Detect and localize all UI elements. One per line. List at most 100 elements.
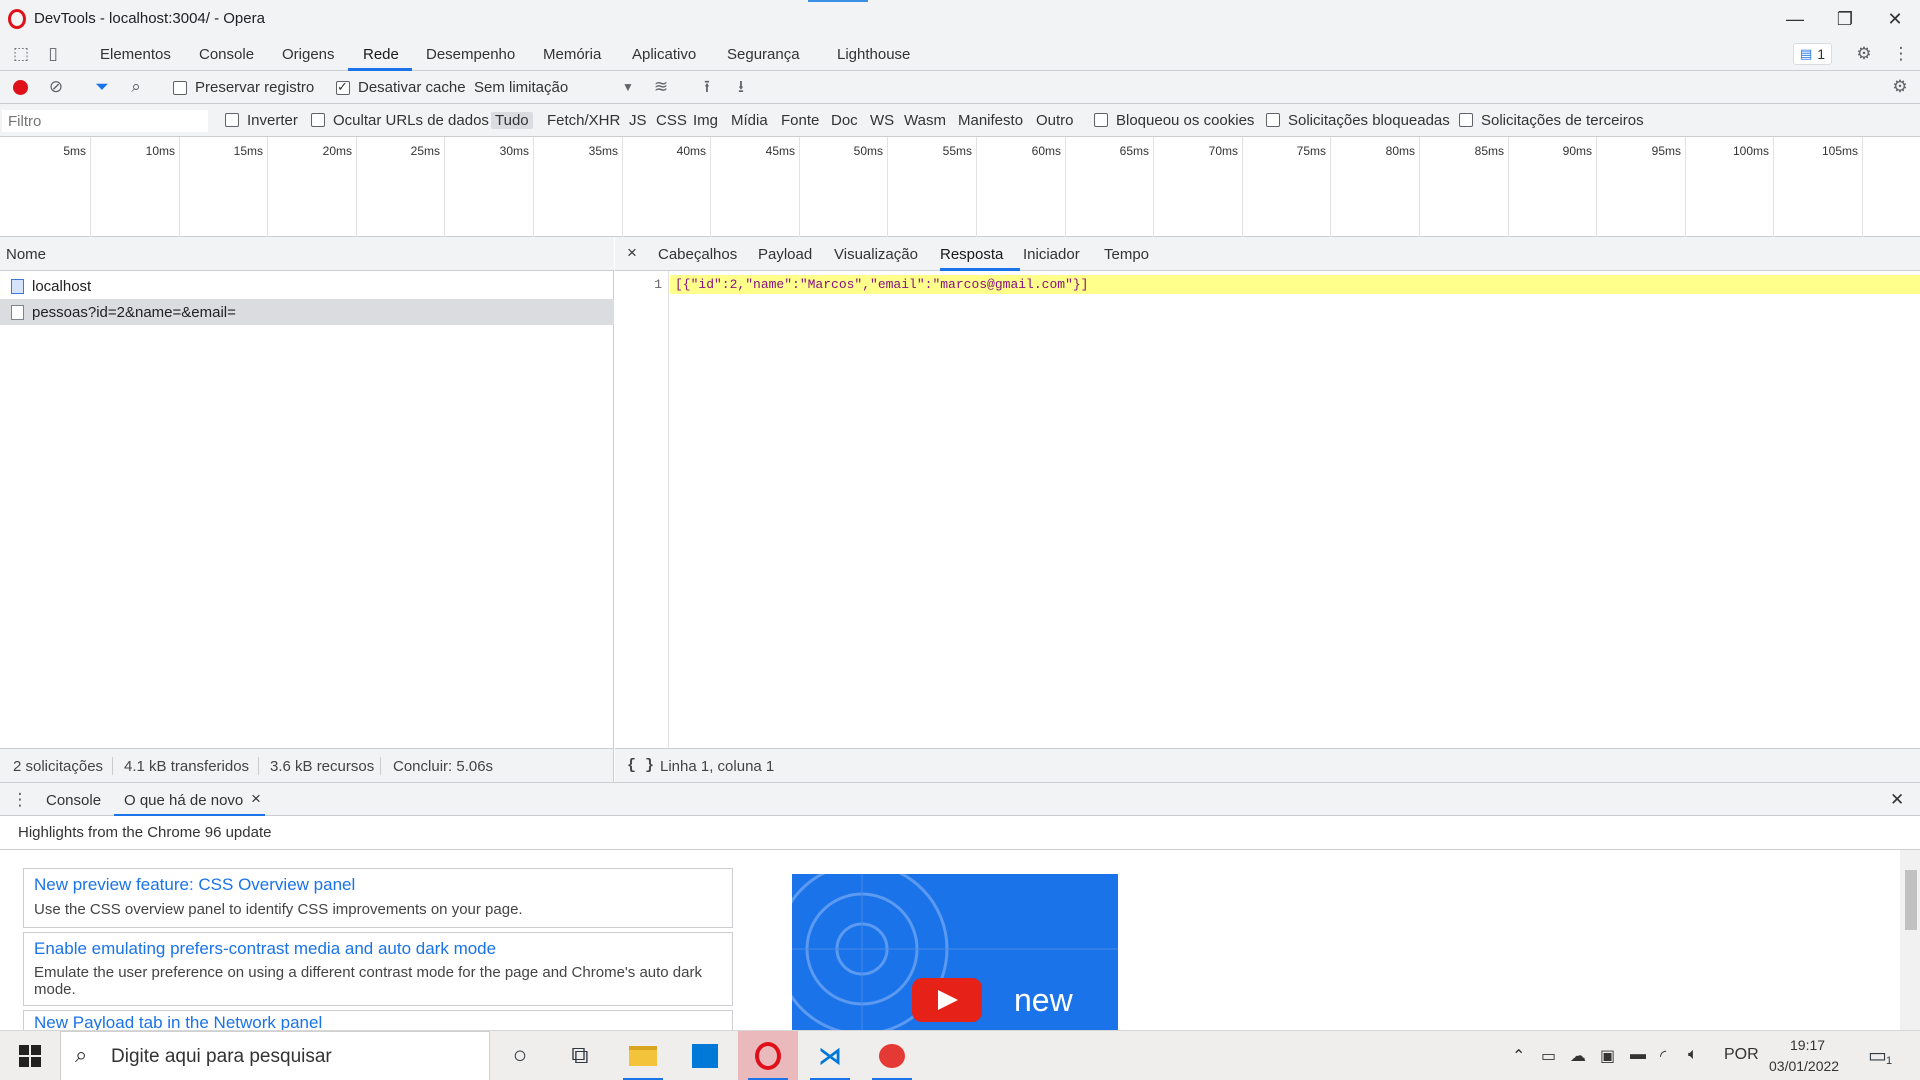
wifi-icon[interactable]: ◜ [1660,1046,1666,1066]
preserve-log-checkbox[interactable] [173,81,187,95]
filter-type-other[interactable]: Outro [1036,112,1074,129]
blocked-requests-checkbox[interactable] [1266,113,1280,127]
drawer-tab-console[interactable]: Console [46,792,101,809]
clock-time[interactable]: 19:17 [1790,1037,1825,1053]
meet-now-icon[interactable]: ▭ [1541,1046,1556,1066]
record-icon[interactable] [13,80,28,95]
tab-initiator[interactable]: Iniciador [1023,246,1080,263]
file-explorer-button[interactable] [613,1031,673,1080]
tab-response[interactable]: Resposta [940,246,1003,263]
tab-elementos[interactable]: Elementos [100,46,171,63]
input-language[interactable]: POR [1724,1046,1759,1064]
settings-gear-icon[interactable]: ⚙ [1853,44,1875,64]
close-drawer-icon[interactable]: ✕ [1890,790,1904,810]
video-thumbnail[interactable]: new [792,874,1118,1030]
drawer-tab-whats-new[interactable]: O que há de novo [124,792,243,809]
tab-headers[interactable]: Cabeçalhos [658,246,737,263]
tab-payload[interactable]: Payload [758,246,812,263]
filter-type-media[interactable]: Mídia [731,112,768,129]
feature-title[interactable]: New preview feature: CSS Overview panel [34,875,355,895]
timeline-gridline [622,137,623,237]
cortana-button[interactable]: ○ [490,1031,550,1080]
network-settings-gear-icon[interactable]: ⚙ [1889,77,1911,97]
chevron-down-icon[interactable]: ▼ [620,77,636,97]
feature-card[interactable]: New preview feature: CSS Overview panel … [23,868,733,928]
tab-preview[interactable]: Visualização [834,246,918,263]
volume-icon[interactable]: 🔈︎ [1688,1046,1698,1064]
feature-title[interactable]: Enable emulating prefers-contrast media … [34,939,496,959]
restore-button[interactable]: ❐ [1820,0,1870,38]
close-tab-icon[interactable]: × [251,789,261,809]
feature-card[interactable]: New Payload tab in the Network panel [23,1010,733,1030]
network-conditions-icon[interactable]: ≋ [650,77,672,97]
devtools-tab-strip: ⬚ ▯ Elementos Console Origens Rede Desem… [0,38,1920,71]
tab-rede[interactable]: Rede [363,46,399,63]
filter-type-css[interactable]: CSS [656,112,687,129]
filter-type-all[interactable]: Tudo [491,112,533,129]
requests-header[interactable]: Nome [0,237,614,271]
close-window-button[interactable]: ✕ [1870,0,1920,38]
security-icon[interactable]: ▣ [1600,1046,1615,1066]
inspect-element-icon[interactable]: ⬚ [10,44,32,64]
disable-cache-checkbox[interactable] [336,79,350,95]
request-row[interactable]: pessoas?id=2&name=&email= [0,299,614,325]
filter-type-ws[interactable]: WS [870,112,894,129]
import-har-icon[interactable]: ⭱ [696,77,718,97]
timeline-overview[interactable]: 5ms 10ms 15ms 20ms 25ms 30ms 35ms 40ms 45ms 50ms 5… [0,137,1920,237]
close-detail-icon[interactable]: × [627,243,637,263]
pretty-print-icon[interactable]: { } [627,757,654,774]
export-har-icon[interactable]: ⭳ [730,77,752,97]
response-viewer[interactable]: 1 [{"id":2,"name":"Marcos","email":"marc… [615,271,1920,748]
filter-type-img[interactable]: Img [693,112,718,129]
vscode-button[interactable]: ⋊ [800,1031,860,1080]
drawer-scrollbar[interactable] [1900,850,1920,1030]
youtube-play-icon[interactable] [912,978,982,1022]
invert-checkbox[interactable] [225,113,239,127]
third-party-checkbox[interactable] [1459,113,1473,127]
more-options-icon[interactable]: ⋮ [1890,44,1912,64]
throttling-select[interactable]: Sem limitação [474,79,568,96]
tab-console[interactable]: Console [199,46,254,63]
filter-type-font[interactable]: Fonte [781,112,819,129]
store-button[interactable] [675,1031,735,1080]
start-button[interactable] [0,1031,60,1080]
tab-seguranca[interactable]: Segurança [727,46,800,63]
tab-origens[interactable]: Origens [282,46,335,63]
filter-type-js[interactable]: JS [629,112,647,129]
clear-icon[interactable]: ⊘ [45,77,67,97]
filter-type-fetch-xhr[interactable]: Fetch/XHR [547,112,620,129]
feature-card[interactable]: Enable emulating prefers-contrast media … [23,932,733,1006]
hide-data-urls-checkbox[interactable] [311,113,325,127]
show-hidden-icons-icon[interactable]: ⌃ [1512,1046,1525,1066]
filter-icon[interactable]: ⏷ [91,77,113,97]
hide-data-urls-label: Ocultar URLs de dados [333,112,489,129]
tab-desempenho[interactable]: Desempenho [426,46,515,63]
filter-type-doc[interactable]: Doc [831,112,858,129]
onedrive-icon[interactable]: ☁ [1570,1046,1586,1066]
scrollbar-thumb[interactable] [1905,870,1917,930]
drawer-menu-icon[interactable]: ⋮ [10,790,30,810]
tomato-app-button[interactable] [862,1031,922,1080]
response-line[interactable]: [{"id":2,"name":"Marcos","email":"marcos… [670,275,1920,294]
tab-memoria[interactable]: Memória [543,46,601,63]
tab-aplicativo[interactable]: Aplicativo [632,46,696,63]
search-icon[interactable]: ⌕ [125,77,147,97]
feature-title[interactable]: New Payload tab in the Network panel [34,1013,322,1030]
opera-button[interactable] [738,1031,798,1080]
blocked-cookies-checkbox[interactable] [1094,113,1108,127]
issues-button[interactable]: ▤ 1 [1793,43,1833,65]
task-view-button[interactable]: ⧉ [550,1031,610,1080]
filter-type-wasm[interactable]: Wasm [904,112,946,129]
name-column-header[interactable]: Nome [6,246,46,263]
tab-timing[interactable]: Tempo [1104,246,1149,263]
taskbar-search[interactable]: ⌕ Digite aqui para pesquisar [60,1031,490,1080]
device-toolbar-icon[interactable]: ▯ [42,44,64,64]
filter-type-manifest[interactable]: Manifesto [958,112,1023,129]
notifications-button[interactable]: ▭ 1 [1868,1043,1908,1071]
clock-date[interactable]: 03/01/2022 [1769,1058,1839,1074]
battery-icon[interactable]: ▬ [1630,1046,1646,1064]
filter-input[interactable] [2,110,208,132]
tab-lighthouse[interactable]: Lighthouse [837,46,910,63]
request-row[interactable]: localhost [0,273,614,299]
minimize-button[interactable]: — [1770,0,1820,38]
